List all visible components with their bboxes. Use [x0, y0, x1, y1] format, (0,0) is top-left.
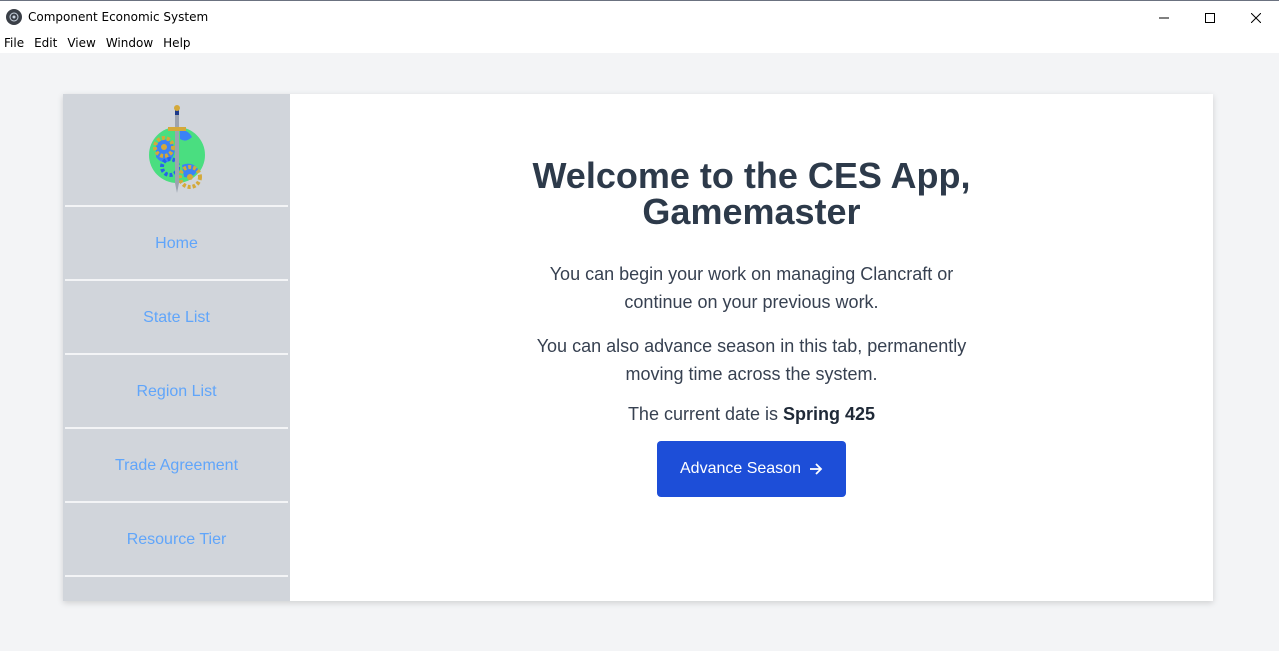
maximize-icon [1205, 12, 1215, 23]
current-date: The current date is Spring 425 [628, 404, 875, 425]
app-icon [6, 9, 22, 25]
season-paragraph: You can also advance season in this tab,… [536, 336, 967, 384]
minimize-button[interactable] [1141, 1, 1187, 34]
close-button[interactable] [1233, 1, 1279, 34]
sidebar-item-resource-tier[interactable]: Resource Tier [65, 505, 288, 577]
date-prefix: The current date is [627, 404, 784, 424]
advance-season-label: Advance Season [680, 460, 801, 477]
welcome-line-1: Welcome to the CES App, [532, 155, 971, 196]
sidebar-item-home[interactable]: Home [65, 209, 288, 281]
advance-season-button[interactable]: Advance Season [657, 441, 846, 497]
welcome-line-2: Gamemaster [642, 191, 861, 232]
sidebar-item-partial[interactable] [65, 579, 288, 601]
close-icon [1251, 12, 1261, 23]
main-content: Welcome to the CES App, Gamemaster You c… [290, 94, 1213, 601]
menu-file[interactable]: File [0, 36, 29, 50]
sidebar: Home State List Region List Trade Agreem… [63, 94, 290, 601]
sidebar-item-region-list[interactable]: Region List [65, 357, 288, 429]
logo-icon [148, 104, 205, 193]
page-title: Welcome to the CES App, Gamemaster [452, 158, 1052, 230]
app-card: Home State List Region List Trade Agreem… [63, 94, 1213, 601]
maximize-button[interactable] [1187, 1, 1233, 34]
menu-bar: File Edit View Window Help [0, 33, 1279, 53]
window-controls [1141, 1, 1279, 34]
date-value: Spring 425 [783, 404, 876, 424]
menu-view[interactable]: View [62, 36, 100, 50]
window-title: Component Economic System [28, 10, 209, 24]
menu-help[interactable]: Help [158, 36, 195, 50]
intro-paragraph: You can begin your work on managing Clan… [549, 264, 954, 312]
minimize-icon [1159, 17, 1169, 18]
logo-area [65, 96, 288, 207]
title-bar: Component Economic System [0, 0, 1279, 33]
arrow-right-icon [809, 462, 823, 476]
menu-edit[interactable]: Edit [29, 36, 62, 50]
menu-window[interactable]: Window [101, 36, 158, 50]
sidebar-item-trade-agreement[interactable]: Trade Agreement [65, 431, 288, 503]
sidebar-item-state-list[interactable]: State List [65, 283, 288, 355]
